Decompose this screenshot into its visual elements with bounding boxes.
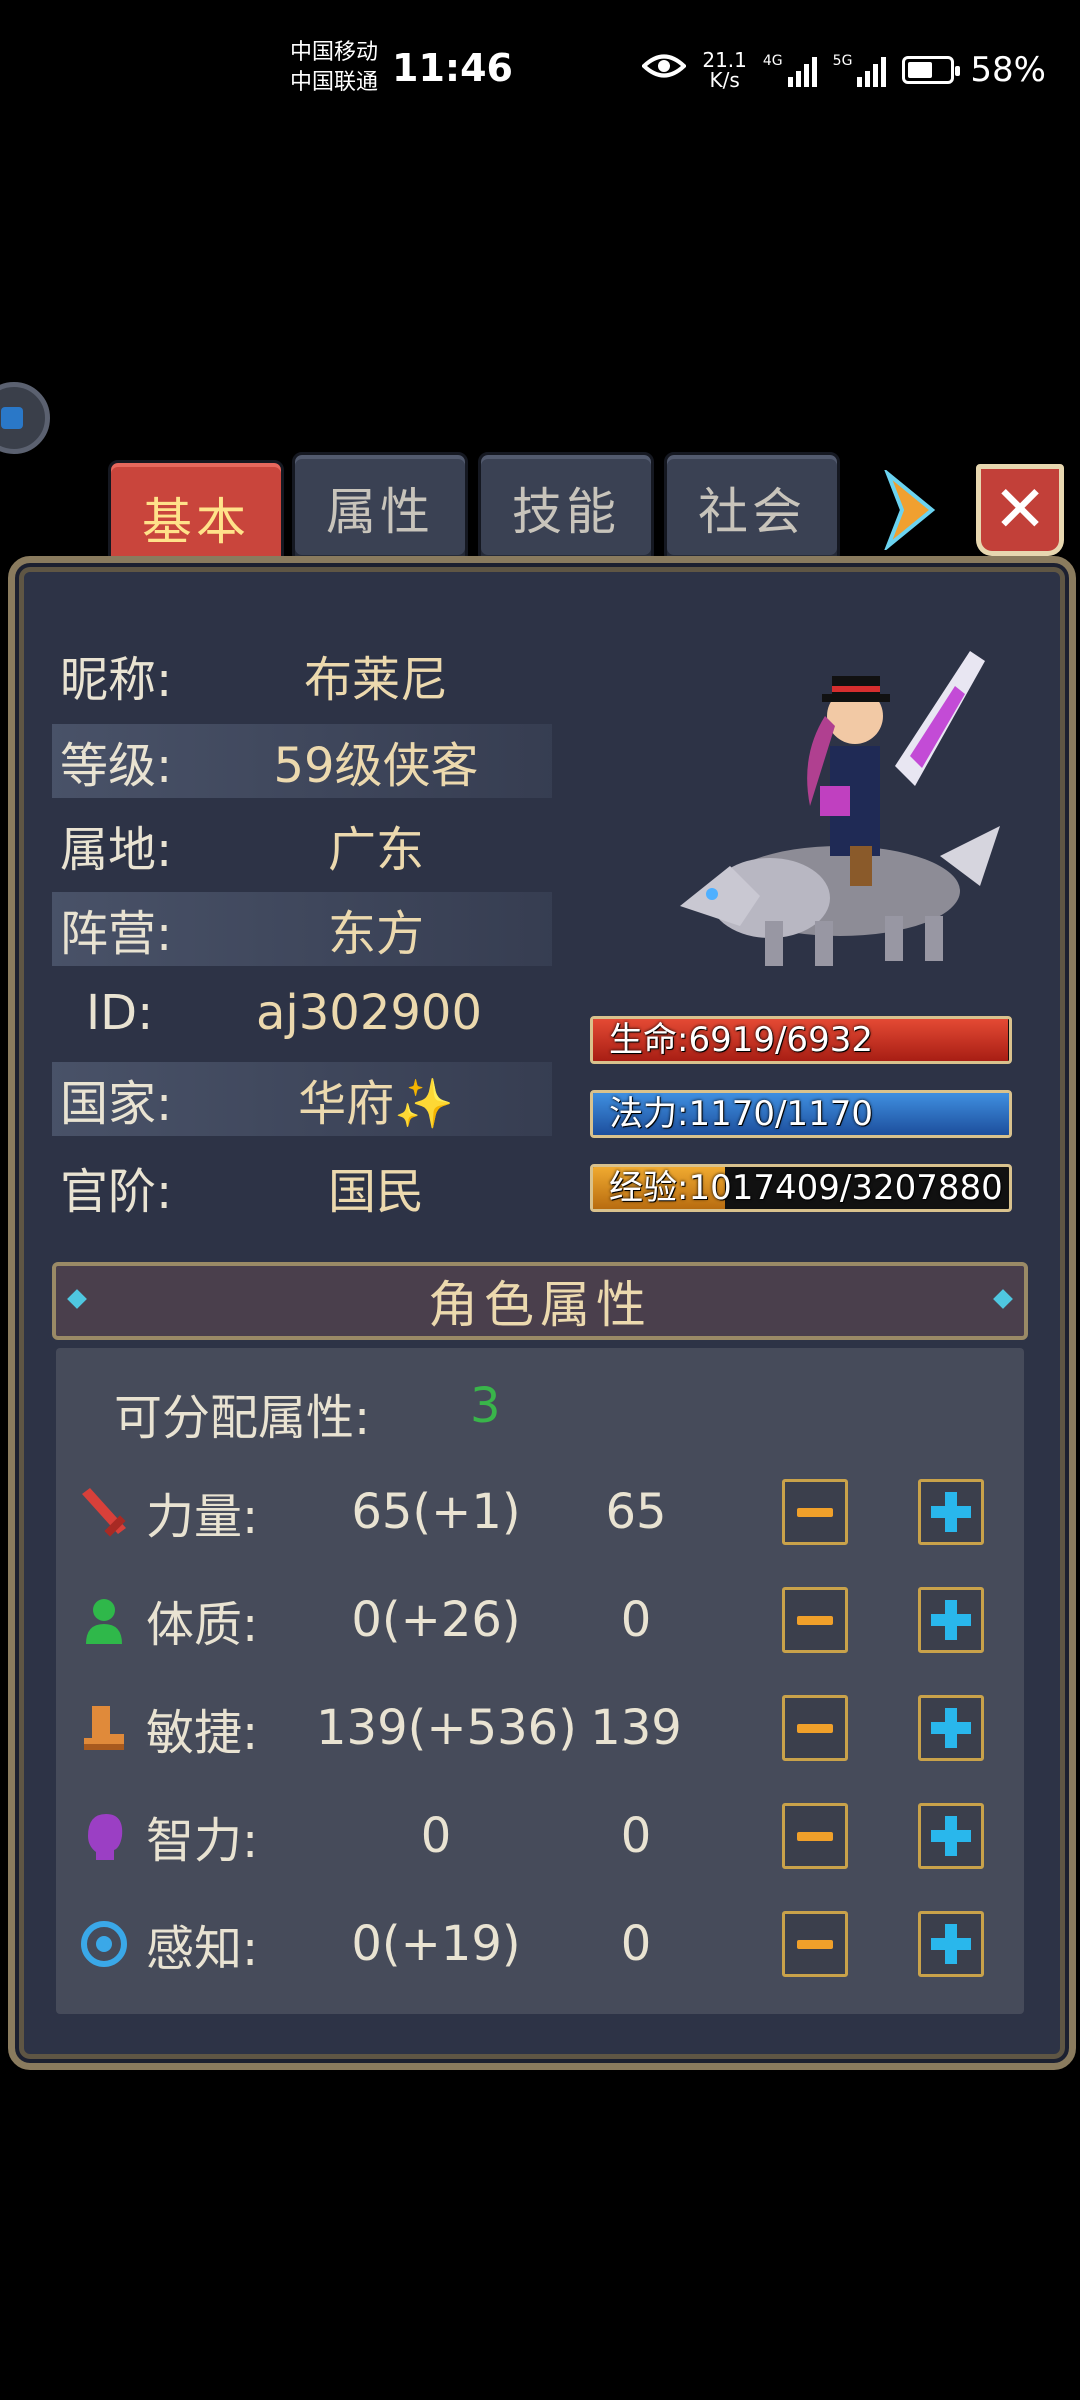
- attr-name: 力量:: [146, 1489, 259, 1545]
- profile-row-region: 属地: 广东: [52, 808, 552, 882]
- profile-row-nickname: 昵称: 布莱尼: [52, 638, 552, 712]
- attr-base: 0: [420, 1808, 452, 1864]
- signal-2-label: 5G: [832, 53, 853, 69]
- agility-plus-button[interactable]: [918, 1695, 984, 1761]
- profile-key: 昵称:: [60, 652, 173, 708]
- tab-attributes[interactable]: 属性: [292, 452, 468, 564]
- profile-key: 官阶:: [60, 1164, 173, 1220]
- close-button[interactable]: ✕: [976, 464, 1064, 556]
- signal-icon: 5G: [833, 53, 887, 87]
- person-icon: [76, 1592, 132, 1648]
- signal-icon: 4G: [763, 53, 817, 87]
- attr-current: 0: [620, 1808, 652, 1864]
- perception-plus-button[interactable]: [918, 1911, 984, 1977]
- attr-name: 智力:: [146, 1813, 259, 1869]
- head-icon: [76, 1808, 132, 1864]
- net-speed-unit: K/s: [709, 68, 740, 92]
- free-points-label: 可分配属性:: [114, 1390, 371, 1446]
- profile-value: 国民: [327, 1164, 424, 1220]
- carrier-2: 中国联通: [290, 70, 379, 95]
- attr-current: 0: [620, 1916, 652, 1972]
- character-sprite: [650, 636, 1030, 976]
- hp-bar: 生命:6919/6932: [590, 1016, 1012, 1064]
- net-speed-value: 21.1: [702, 48, 747, 72]
- attr-current: 65: [605, 1484, 667, 1540]
- attr-row-strength: 力量: 65(+1) 65: [76, 1472, 1006, 1552]
- profile-key: 等级:: [60, 738, 173, 794]
- eye-target-icon: [76, 1916, 132, 1972]
- attr-name: 敏捷:: [146, 1705, 259, 1761]
- boot-icon: [76, 1700, 132, 1756]
- attr-current: 0: [620, 1592, 652, 1648]
- exp-bar: 经验:1017409/3207880: [590, 1164, 1012, 1212]
- profile-row-rank: 官阶: 国民: [52, 1150, 552, 1224]
- profile-key: 国家:: [60, 1076, 173, 1132]
- profile-key: ID:: [86, 985, 154, 1041]
- battery-percent: 58%: [970, 50, 1046, 90]
- strength-plus-button[interactable]: [918, 1479, 984, 1545]
- carrier-names: 中国移动 中国联通: [290, 38, 378, 98]
- profile-value: 布莱尼: [303, 652, 448, 708]
- perception-minus-button[interactable]: [782, 1911, 848, 1977]
- profile-row-nation: 国家: 华府✨: [52, 1062, 552, 1136]
- clock: 11:46: [392, 46, 513, 90]
- profile-row-id: ID: aj302900: [52, 976, 552, 1050]
- mp-bar: 法力:1170/1170: [590, 1090, 1012, 1138]
- constitution-minus-button[interactable]: [782, 1587, 848, 1653]
- attr-row-agility: 敏捷: 139(+536) 139: [76, 1688, 1006, 1768]
- profile-row-level: 等级: 59级侠客: [52, 724, 552, 798]
- attr-row-intelligence: 智力: 0 0: [76, 1796, 1006, 1876]
- attr-base: 139(+536): [316, 1700, 577, 1756]
- agility-minus-button[interactable]: [782, 1695, 848, 1761]
- free-points-value: 3: [470, 1378, 501, 1434]
- tab-social[interactable]: 社会: [664, 452, 840, 564]
- attributes-section-title: 角色属性: [428, 1276, 652, 1334]
- gem-icon: [67, 1289, 87, 1309]
- attr-base: 0(+19): [351, 1916, 521, 1972]
- mp-bar-text: 法力:1170/1170: [609, 1094, 873, 1134]
- profile-key: 属地:: [60, 822, 173, 878]
- intelligence-plus-button[interactable]: [918, 1803, 984, 1869]
- carrier-1: 中国移动: [290, 40, 379, 65]
- attr-current: 139: [590, 1700, 682, 1756]
- strength-minus-button[interactable]: [782, 1479, 848, 1545]
- tab-skills[interactable]: 技能: [478, 452, 654, 564]
- profile-value: 广东: [327, 822, 424, 878]
- signal-1-label: 4G: [762, 53, 783, 69]
- status-bar: 中国移动 中国联通 11:46 21.1 K/s 4G 5G 58%: [0, 0, 1080, 140]
- profile-value: 59级侠客: [273, 738, 479, 794]
- battery-icon: [902, 56, 961, 84]
- attr-name: 感知:: [146, 1921, 259, 1977]
- floating-assistant-button[interactable]: [0, 382, 50, 454]
- profile-value: 华府✨: [298, 1076, 454, 1132]
- net-speed: 21.1 K/s: [702, 50, 747, 90]
- constitution-plus-button[interactable]: [918, 1587, 984, 1653]
- eye-icon: [641, 50, 688, 90]
- hp-bar-text: 生命:6919/6932: [609, 1020, 873, 1060]
- attr-row-perception: 感知: 0(+19) 0: [76, 1904, 1006, 1984]
- attr-base: 0(+26): [351, 1592, 521, 1648]
- attr-row-constitution: 体质: 0(+26) 0: [76, 1580, 1006, 1660]
- sword-icon: [76, 1484, 132, 1540]
- attr-base: 65(+1): [351, 1484, 521, 1540]
- gem-icon: [993, 1289, 1013, 1309]
- exp-bar-text: 经验:1017409/3207880: [609, 1168, 1003, 1208]
- profile-row-faction: 阵营: 东方: [52, 892, 552, 966]
- profile-value: 东方: [327, 906, 424, 962]
- profile-value: aj302900: [256, 985, 482, 1041]
- profile-key: 阵营:: [60, 906, 173, 962]
- intelligence-minus-button[interactable]: [782, 1803, 848, 1869]
- attr-name: 体质:: [146, 1597, 259, 1653]
- next-arrow-icon[interactable]: [880, 467, 940, 553]
- attributes-section-header: 角色属性: [52, 1262, 1028, 1340]
